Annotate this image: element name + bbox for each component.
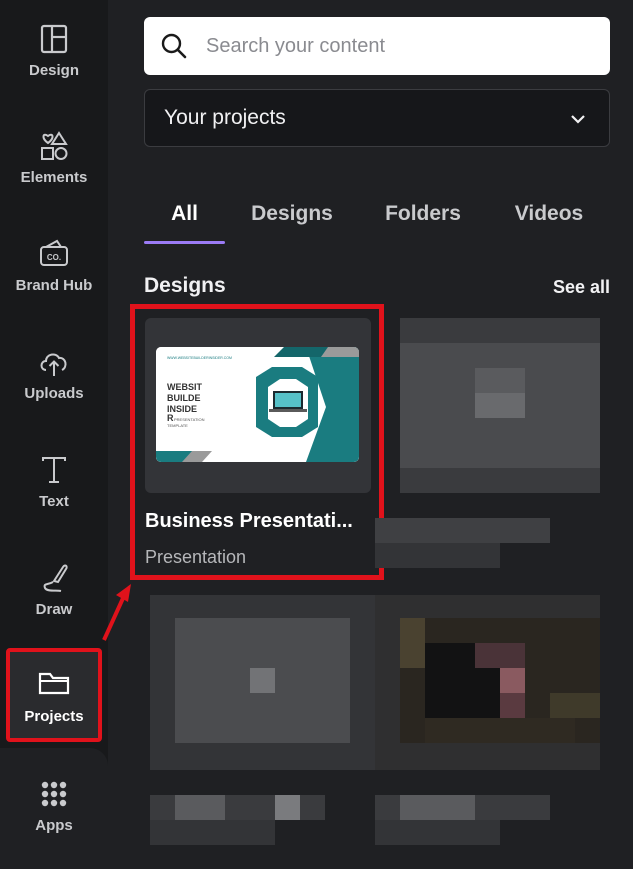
sidebar-item-elements[interactable]: Elements (0, 107, 108, 207)
text-icon (42, 456, 66, 483)
chevron-down-icon (571, 115, 585, 124)
sidebar-item-label: Draw (35, 600, 73, 618)
brand-hub-icon: CO. (40, 239, 68, 266)
sidebar: Design Elements CO. Brand Hub Uploads Te… (0, 0, 108, 869)
tab-label: Videos (514, 202, 584, 225)
tab-label: All (171, 202, 198, 225)
sidebar-item-label: Text (39, 492, 69, 510)
projects-filter-dropdown[interactable]: Your projects (144, 89, 610, 147)
content-tabs: All Designs Folders Videos (144, 188, 610, 246)
search-input[interactable] (204, 33, 588, 59)
sidebar-item-label: Apps (35, 816, 73, 834)
tab-all[interactable]: All (144, 188, 225, 240)
sidebar-item-brand-hub[interactable]: CO. Brand Hub (0, 215, 108, 315)
sidebar-item-label: Uploads (24, 384, 84, 402)
sidebar-item-text[interactable]: Text (0, 431, 108, 531)
tab-label: Folders (385, 202, 461, 225)
folder-icon (38, 672, 70, 694)
tab-designs[interactable]: Designs (244, 188, 340, 240)
draw-icon (43, 564, 68, 592)
tab-folders[interactable]: Folders (380, 188, 466, 240)
sidebar-item-label: Design (28, 61, 79, 79)
section-title: Designs (144, 274, 226, 297)
cloud-upload-icon (40, 352, 67, 376)
sidebar-item-design[interactable]: Design (0, 0, 108, 100)
search-icon (161, 33, 187, 59)
see-all-link[interactable]: See all (553, 277, 610, 298)
sidebar-item-label: Elements (20, 168, 88, 186)
sidebar-item-draw[interactable]: Draw (0, 539, 108, 639)
sidebar-item-apps[interactable]: Apps (0, 755, 108, 855)
dropdown-selected-value: Your projects (164, 106, 286, 129)
sidebar-item-label: Brand Hub (15, 276, 93, 294)
layout-icon (40, 24, 68, 53)
shapes-icon (41, 130, 68, 160)
tab-label: Designs (251, 202, 333, 225)
sidebar-item-label: Projects (24, 707, 84, 725)
search-box[interactable] (144, 17, 610, 75)
active-tab-indicator (144, 241, 225, 244)
sidebar-item-projects[interactable]: Projects (6, 648, 102, 742)
tab-videos[interactable]: Videos (510, 188, 588, 240)
highlight-annotation-box (130, 304, 384, 580)
brand-badge-text: CO. (47, 253, 61, 262)
apps-grid-icon (41, 781, 67, 806)
sidebar-item-uploads[interactable]: Uploads (0, 323, 108, 423)
